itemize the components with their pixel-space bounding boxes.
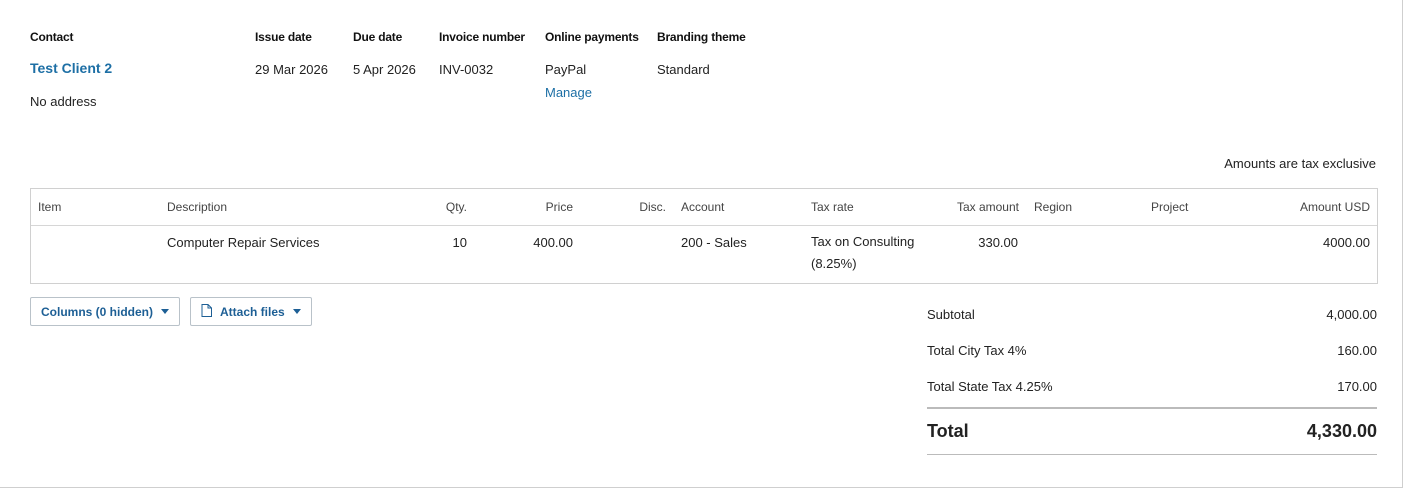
city-tax-value: 160.00 (1337, 343, 1377, 358)
branding-theme-column: Branding theme Standard (657, 30, 746, 77)
invoice-number-column: Invoice number INV-0032 (439, 30, 525, 77)
cell-amount[interactable]: 4000.00 (1323, 235, 1370, 250)
header-account: Account (681, 200, 725, 214)
header-price: Price (545, 200, 573, 214)
caret-down-icon (292, 309, 301, 314)
header-item: Item (38, 200, 62, 214)
invoice-number-value: INV-0032 (439, 62, 494, 77)
attach-files-label: Attach files (220, 304, 285, 319)
grand-total-label: Total (927, 421, 969, 441)
branding-theme-label: Branding theme (657, 30, 746, 44)
manage-payments-link[interactable]: Manage (545, 85, 639, 100)
columns-button[interactable]: Columns (0 hidden) (30, 297, 180, 326)
online-payments-value: PayPal (545, 62, 587, 77)
due-date-label: Due date (353, 30, 403, 44)
cell-account[interactable]: 200 - Sales (681, 235, 747, 250)
contact-address: No address (30, 94, 97, 109)
city-tax-label: Total City Tax 4% (927, 343, 1027, 358)
document-icon (201, 303, 212, 320)
header-tax-amount: Tax amount (956, 200, 1019, 214)
line-items-table: Item Description Qty. Price Disc. Accoun… (30, 188, 1378, 284)
state-tax-value: 170.00 (1337, 379, 1377, 394)
tax-mode-label: Amounts are tax exclusive (1224, 156, 1376, 171)
cell-price[interactable]: 400.00 (533, 235, 573, 250)
online-payments-column: Online payments PayPal Manage (545, 30, 639, 100)
contact-label: Contact (30, 30, 74, 44)
grand-total-value: 4,330.00 (1306, 421, 1377, 441)
due-date-value: 5 Apr 2026 (353, 62, 416, 77)
invoice-number-label: Invoice number (439, 30, 525, 44)
issue-date-value: 29 Mar 2026 (255, 62, 328, 77)
header-region: Region (1034, 200, 1073, 214)
header-tax-rate: Tax rate (811, 200, 854, 214)
header-qty: Qty. (445, 200, 467, 214)
grand-total-row: Total 4,330.00 (927, 421, 1377, 442)
caret-down-icon (161, 309, 169, 314)
cell-tax-amount[interactable]: 330.00 (978, 235, 1018, 250)
bottom-divider (927, 454, 1377, 455)
due-date-column: Due date 5 Apr 2026 (353, 30, 416, 77)
header-description: Description (167, 200, 228, 214)
issue-date-column: Issue date 29 Mar 2026 (255, 30, 328, 77)
cell-description[interactable]: Computer Repair Services (167, 235, 319, 250)
cell-tax-rate[interactable]: Tax on Consulting (8.25%) (811, 231, 941, 275)
branding-theme-value: Standard (657, 62, 710, 77)
contact-name-link[interactable]: Test Client 2 (30, 60, 112, 76)
header-project: Project (1151, 200, 1189, 214)
contact-column: Contact Test Client 2 No address (30, 30, 112, 109)
total-divider (927, 407, 1377, 409)
subtotal-label: Subtotal (927, 307, 975, 322)
subtotal-value: 4,000.00 (1326, 307, 1377, 322)
header-amount: Amount USD (1299, 200, 1370, 214)
table-header: Item Description Qty. Price Disc. Accoun… (31, 189, 1377, 226)
city-tax-row: Total City Tax 4% 160.00 (927, 343, 1377, 358)
cell-qty[interactable]: 10 (453, 235, 467, 250)
state-tax-row: Total State Tax 4.25% 170.00 (927, 379, 1377, 394)
header-disc: Disc. (639, 200, 666, 214)
issue-date-label: Issue date (255, 30, 312, 44)
attach-files-button[interactable]: Attach files (190, 297, 312, 326)
state-tax-label: Total State Tax 4.25% (927, 379, 1053, 394)
subtotal-row: Subtotal 4,000.00 (927, 307, 1377, 322)
online-payments-label: Online payments (545, 30, 639, 44)
columns-button-label: Columns (0 hidden) (41, 304, 153, 319)
